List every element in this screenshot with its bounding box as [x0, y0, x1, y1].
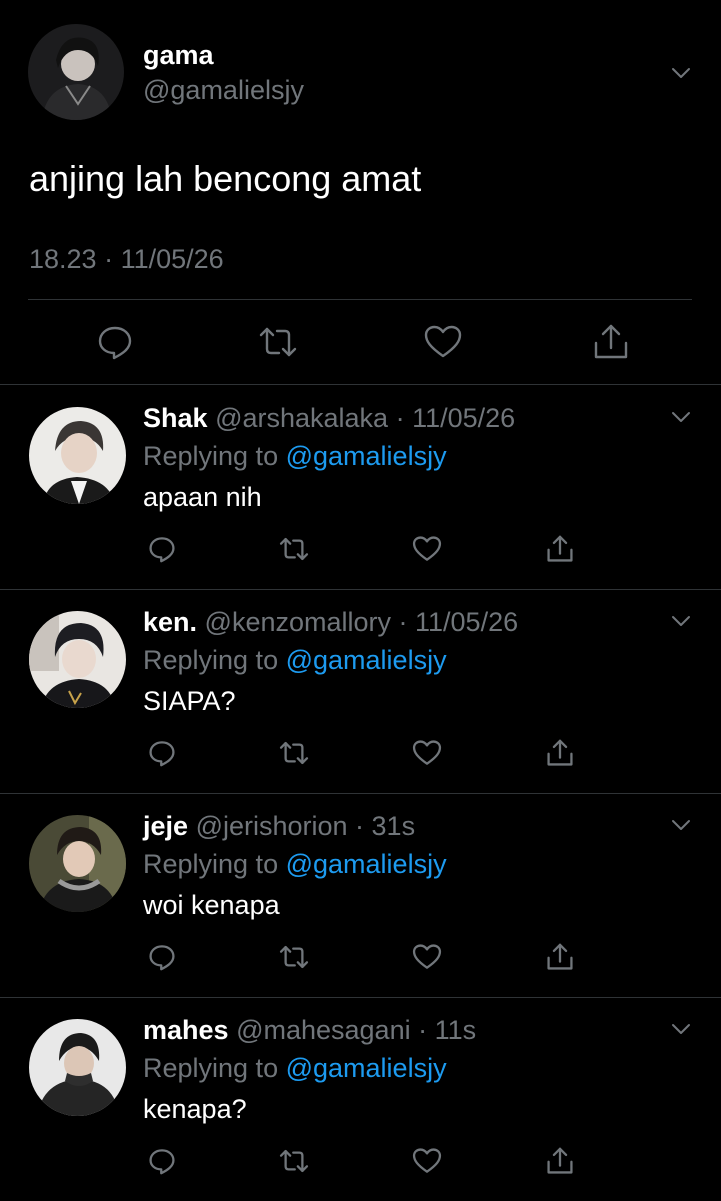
tweet-text: apaan nih — [143, 482, 262, 512]
share-icon — [547, 1147, 573, 1174]
reply-tweet: mahes @mahesagani · 11s Replying to @gam… — [0, 997, 721, 1201]
author-handle[interactable]: @jerishorion — [196, 811, 348, 841]
chevron-down-icon[interactable] — [667, 811, 695, 839]
share-button[interactable] — [544, 737, 576, 769]
reply-tweet: jeje @jerishorion · 31s Replying to @gam… — [0, 793, 721, 997]
share-button[interactable] — [590, 321, 632, 363]
mention-link[interactable]: @gamalielsjy — [286, 1053, 447, 1083]
author-name[interactable]: mahes — [143, 1015, 229, 1045]
chevron-down-icon[interactable] — [667, 607, 695, 635]
tweet-text: woi kenapa — [143, 890, 280, 920]
avatar[interactable] — [28, 24, 124, 120]
share-button[interactable] — [544, 941, 576, 973]
reply-button[interactable] — [146, 941, 178, 973]
share-icon — [594, 324, 628, 359]
reply-button[interactable] — [146, 1145, 178, 1177]
heart-icon — [412, 740, 442, 765]
author-handle[interactable]: @arshakalaka — [215, 403, 388, 433]
like-button[interactable] — [411, 737, 443, 769]
retweet-icon — [279, 1149, 309, 1173]
author-name[interactable]: gama — [143, 40, 214, 71]
author-handle[interactable]: @kenzomallory — [205, 607, 391, 637]
heart-icon — [424, 325, 462, 358]
reply-icon — [149, 945, 175, 971]
divider — [28, 299, 692, 300]
like-button[interactable] — [411, 533, 443, 565]
replying-to-label: Replying to — [143, 849, 279, 879]
tweet-date: 11/05/26 — [120, 244, 224, 274]
tweet-timestamp[interactable]: 11s — [435, 1015, 477, 1045]
chevron-down-icon[interactable] — [667, 1015, 695, 1043]
reply-icon — [149, 537, 175, 563]
author-handle[interactable]: @gamalielsjy — [143, 75, 304, 106]
reply-button[interactable] — [94, 321, 136, 363]
tweet-text: anjing lah bencong amat — [29, 158, 422, 199]
avatar[interactable] — [29, 407, 126, 504]
heart-icon — [412, 1148, 442, 1173]
share-icon — [547, 739, 573, 766]
avatar[interactable] — [29, 1019, 126, 1116]
avatar[interactable] — [29, 815, 126, 912]
author-name[interactable]: Shak — [143, 403, 208, 433]
retweet-icon — [279, 741, 309, 765]
mention-link[interactable]: @gamalielsjy — [286, 441, 447, 471]
heart-icon — [412, 944, 442, 969]
retweet-button[interactable] — [278, 533, 310, 565]
avatar[interactable] — [29, 611, 126, 708]
retweet-button[interactable] — [278, 941, 310, 973]
tweet-time: 18.23 — [29, 244, 97, 274]
share-icon — [547, 535, 573, 562]
replying-to-label: Replying to — [143, 645, 279, 675]
retweet-button[interactable] — [278, 1145, 310, 1177]
reply-icon — [98, 326, 132, 360]
heart-icon — [412, 536, 442, 561]
tweet-timestamp[interactable]: 11/05/26 — [412, 403, 515, 433]
reply-icon — [149, 1149, 175, 1175]
author-handle[interactable]: @mahesagani — [236, 1015, 411, 1045]
reply-button[interactable] — [146, 737, 178, 769]
tweet-text: SIAPA? — [143, 686, 236, 716]
tweet-timestamp[interactable]: 11/05/26 — [415, 607, 518, 637]
retweet-icon — [259, 327, 297, 357]
reply-button[interactable] — [146, 533, 178, 565]
chevron-down-icon[interactable] — [667, 59, 695, 87]
author-name[interactable]: ken. — [143, 607, 197, 637]
replying-to-label: Replying to — [143, 1053, 279, 1083]
reply-tweet: Shak @arshakalaka · 11/05/26 Replying to… — [0, 385, 721, 589]
share-button[interactable] — [544, 533, 576, 565]
retweet-icon — [279, 537, 309, 561]
author-name[interactable]: jeje — [143, 811, 188, 841]
retweet-icon — [279, 945, 309, 969]
retweet-button[interactable] — [278, 737, 310, 769]
like-button[interactable] — [411, 1145, 443, 1177]
tweet-timestamp: 18.23 · 11/05/26 — [29, 244, 224, 274]
share-button[interactable] — [544, 1145, 576, 1177]
like-button[interactable] — [411, 941, 443, 973]
replying-to-label: Replying to — [143, 441, 279, 471]
mention-link[interactable]: @gamalielsjy — [286, 849, 447, 879]
tweet-text: kenapa? — [143, 1094, 247, 1124]
reply-icon — [149, 741, 175, 767]
tweet-timestamp[interactable]: 31s — [372, 811, 416, 841]
like-button[interactable] — [422, 321, 464, 363]
share-icon — [547, 943, 573, 970]
reply-tweet: ken. @kenzomallory · 11/05/26 Replying t… — [0, 589, 721, 793]
retweet-button[interactable] — [257, 321, 299, 363]
chevron-down-icon[interactable] — [667, 403, 695, 431]
mention-link[interactable]: @gamalielsjy — [286, 645, 447, 675]
